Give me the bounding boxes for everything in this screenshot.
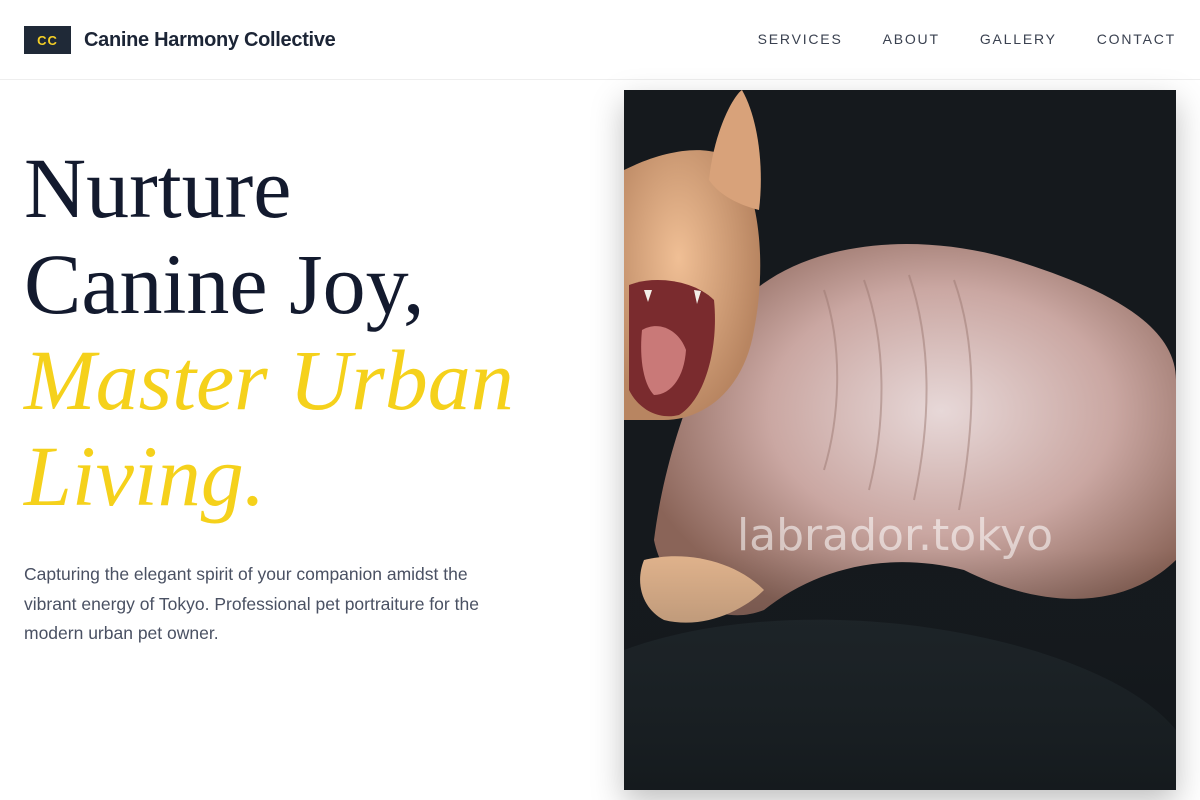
headline-accent-line-2: Living.	[24, 428, 266, 524]
main-nav: SERVICES ABOUT GALLERY CONTACT	[758, 30, 1176, 48]
hero-subtext: Capturing the elegant spirit of your com…	[24, 564, 479, 643]
brand-name[interactable]: Canine Harmony Collective	[84, 28, 336, 52]
headline-line-1: Nurture	[24, 140, 292, 236]
nav-gallery-link[interactable]: GALLERY	[980, 30, 1057, 48]
nav-services-link[interactable]: SERVICES	[758, 30, 843, 48]
hero-photo: labrador.tokyo	[624, 90, 1176, 790]
site-header: CC Canine Harmony Collective SERVICES AB…	[0, 0, 1200, 80]
hero-headline: Nurture Canine Joy, Master Urban Living.	[24, 140, 584, 524]
headline-line-2: Canine Joy,	[24, 236, 425, 332]
headline-accent-line-1: Master Urban	[24, 332, 514, 428]
nav-contact-link[interactable]: CONTACT	[1097, 30, 1176, 48]
hairless-cat-illustration	[624, 90, 1176, 790]
logo-badge[interactable]: CC	[24, 26, 71, 54]
nav-about-link[interactable]: ABOUT	[883, 30, 940, 48]
